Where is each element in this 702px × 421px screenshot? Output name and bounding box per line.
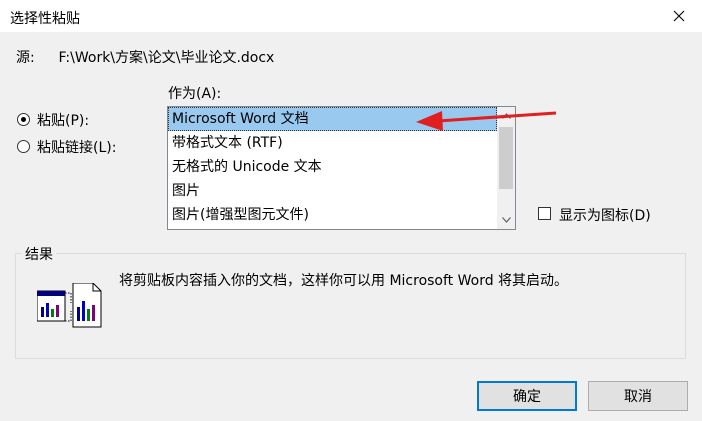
chevron-down-icon	[501, 217, 511, 223]
close-icon	[673, 10, 685, 22]
result-group-label: 结果	[22, 244, 56, 264]
source-row: 源: F:\Work\方案\论文\毕业论文.docx	[16, 47, 274, 67]
list-scrollbar[interactable]	[497, 107, 515, 229]
scroll-up-button[interactable]	[497, 107, 515, 125]
scroll-thumb[interactable]	[499, 127, 513, 189]
as-list-items: Microsoft Word 文档 带格式文本 (RTF) 无格式的 Unico…	[168, 107, 497, 227]
scroll-down-button[interactable]	[497, 211, 515, 229]
ok-button[interactable]: 确定	[477, 381, 577, 411]
close-button[interactable]	[656, 0, 702, 32]
paste-link-radio-label[interactable]: 粘贴链接(L):	[37, 137, 116, 157]
paste-special-dialog: 选择性粘贴 源: F:\Work\方案\论文\毕业论文.docx 粘贴(P): …	[0, 0, 702, 421]
source-path: F:\Work\方案\论文\毕业论文.docx	[58, 50, 275, 66]
window-title: 选择性粘贴	[10, 11, 80, 27]
list-item[interactable]: 无格式的 Unicode 文本	[168, 155, 497, 179]
list-item[interactable]: 带格式文本 (RTF)	[168, 131, 497, 155]
result-group	[15, 253, 686, 359]
cancel-button[interactable]: 取消	[588, 381, 688, 411]
paste-radio[interactable]	[17, 113, 30, 126]
as-label: 作为(A):	[168, 86, 222, 102]
source-label: 源:	[16, 50, 35, 66]
as-listbox[interactable]: Microsoft Word 文档 带格式文本 (RTF) 无格式的 Unico…	[167, 106, 516, 230]
display-as-icon-label[interactable]: 显示为图标(D)	[559, 205, 651, 225]
paste-radio-label[interactable]: 粘贴(P):	[37, 110, 89, 130]
chevron-up-icon	[501, 113, 511, 119]
list-item[interactable]: 图片	[168, 179, 497, 203]
list-item[interactable]: 图片(增强型图元文件)	[168, 203, 497, 227]
result-text: 将剪贴板内容插入你的文档，这样你可以用 Microsoft Word 将其启动。	[119, 273, 569, 289]
paste-link-radio[interactable]	[17, 140, 30, 153]
display-as-icon-checkbox[interactable]	[538, 207, 551, 220]
title-bar: 选择性粘贴	[0, 0, 702, 32]
embedded-document-icon	[37, 283, 102, 328]
list-item[interactable]: Microsoft Word 文档	[168, 107, 497, 131]
